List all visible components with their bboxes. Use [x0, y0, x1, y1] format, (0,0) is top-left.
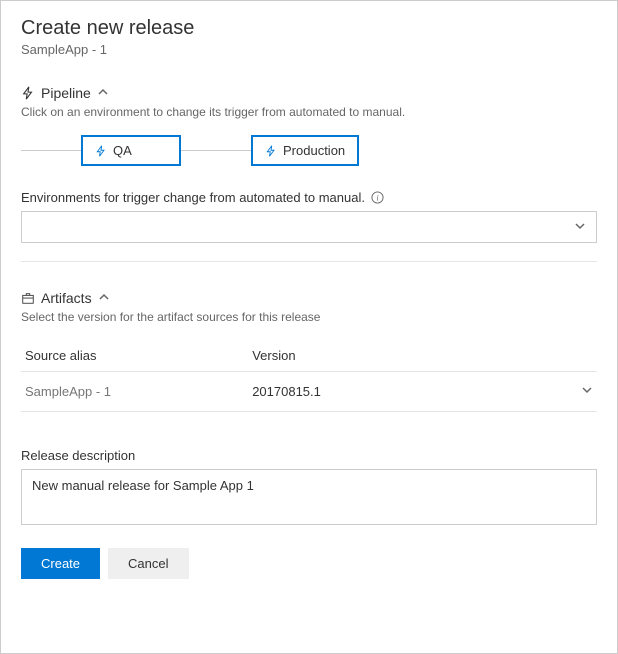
chevron-up-icon: [98, 291, 110, 306]
artifacts-section-desc: Select the version for the artifact sour…: [21, 310, 597, 324]
release-description-label: Release description: [21, 448, 597, 463]
artifacts-section-header[interactable]: Artifacts: [21, 290, 597, 306]
column-header-version: Version: [252, 348, 573, 363]
pipeline-flow: QA Production: [21, 135, 597, 166]
action-buttons: Create Cancel: [21, 548, 597, 579]
environment-production[interactable]: Production: [251, 135, 359, 166]
artifact-row[interactable]: SampleApp - 1 20170815.1: [21, 372, 597, 412]
pipeline-section-title: Pipeline: [41, 85, 91, 101]
lightning-icon: [21, 86, 35, 100]
trigger-label-row: Environments for trigger change from aut…: [21, 190, 597, 205]
release-description-section: Release description: [21, 448, 597, 548]
lightning-icon: [95, 145, 107, 157]
chevron-down-icon: [574, 220, 586, 235]
trigger-field-label: Environments for trigger change from aut…: [21, 190, 365, 205]
artifact-version: 20170815.1: [252, 384, 573, 399]
trigger-environments-dropdown[interactable]: [21, 211, 597, 243]
section-divider: [21, 261, 597, 262]
page-title: Create new release: [21, 17, 597, 40]
pipeline-section-header[interactable]: Pipeline: [21, 85, 597, 101]
artifacts-section-title: Artifacts: [41, 290, 92, 306]
artifacts-icon: [21, 291, 35, 305]
chevron-down-icon: [573, 384, 593, 399]
info-icon[interactable]: i: [371, 191, 384, 204]
lightning-icon: [265, 145, 277, 157]
artifacts-table-header: Source alias Version: [21, 340, 597, 372]
create-button[interactable]: Create: [21, 548, 100, 579]
create-release-panel: Create new release SampleApp - 1 Pipelin…: [0, 0, 618, 654]
chevron-up-icon: [97, 86, 109, 101]
artifact-alias: SampleApp - 1: [25, 384, 252, 399]
svg-text:i: i: [376, 193, 379, 202]
environment-label: Production: [283, 143, 345, 158]
environment-label: QA: [113, 143, 132, 158]
flow-connector: [21, 150, 81, 151]
environment-qa[interactable]: QA: [81, 135, 181, 166]
release-description-input[interactable]: [21, 469, 597, 525]
page-subtitle: SampleApp - 1: [21, 42, 597, 57]
flow-connector: [181, 150, 251, 151]
artifacts-table: Source alias Version SampleApp - 1 20170…: [21, 340, 597, 412]
cancel-button[interactable]: Cancel: [108, 548, 188, 579]
pipeline-section-desc: Click on an environment to change its tr…: [21, 105, 597, 119]
column-header-alias: Source alias: [25, 348, 252, 363]
